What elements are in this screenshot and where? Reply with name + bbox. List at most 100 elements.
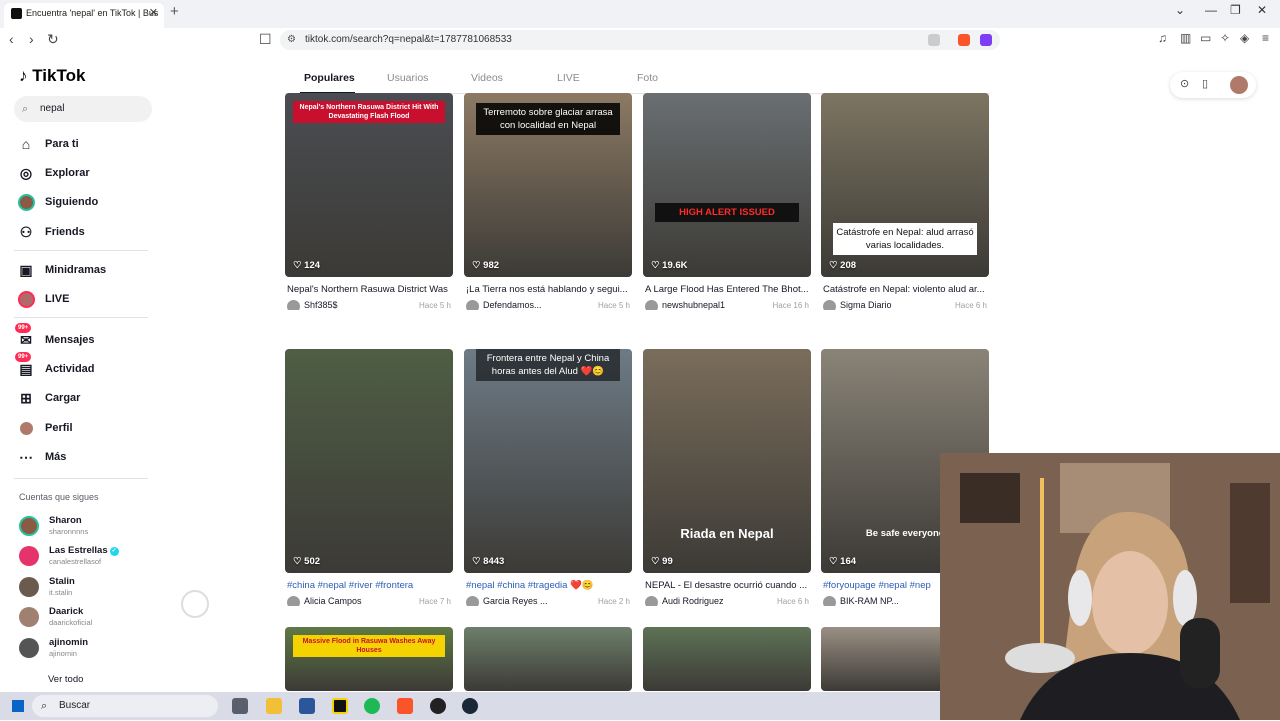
more-icon: ⋯ — [19, 449, 33, 465]
address-bar[interactable]: ⚙ tiktok.com/search?q=nepal&t=1787781068… — [280, 30, 1000, 50]
video-card[interactable]: Terremoto sobre glaciar arrasa con local… — [464, 93, 632, 310]
menu-icon[interactable]: ≡ — [1262, 31, 1269, 45]
sticky-app-icon[interactable] — [332, 698, 348, 714]
taskbar-search[interactable]: ⌕ Buscar — [32, 695, 218, 717]
video-card[interactable]: Riada en Nepal ♡ 99 NEPAL - El desastre oc… — [643, 349, 811, 606]
nav-explorar[interactable]: ◎ Explorar — [18, 162, 90, 184]
streamer-webcam-image — [940, 453, 1280, 720]
windows-start-icon[interactable] — [12, 700, 24, 712]
nav-friends[interactable]: ⚇ Friends — [18, 221, 85, 243]
music-icon[interactable]: ♫ — [1158, 31, 1167, 45]
nav-mas[interactable]: ⋯ Más — [18, 446, 66, 468]
video-title[interactable]: NEPAL - El desastre ocurrió cuando ... — [645, 580, 809, 591]
tab-videos[interactable]: Videos — [471, 72, 503, 84]
webcam-overlay — [940, 453, 1280, 720]
tiktok-logo[interactable]: ♪ TikTok — [19, 66, 85, 86]
brave-shield-icon[interactable] — [958, 34, 970, 46]
nav-para-ti[interactable]: ⌂ Para ti — [18, 133, 79, 155]
close-tab-icon[interactable]: ✕ — [149, 3, 158, 23]
video-author[interactable]: Shf385$ — [287, 300, 397, 310]
video-title[interactable]: #china #nepal #river #frontera — [287, 580, 451, 591]
wallet-icon[interactable]: ▭ — [1200, 31, 1211, 45]
video-thumbnail[interactable]: Terremoto sobre glaciar arrasa con local… — [464, 93, 632, 277]
nav-siguiendo[interactable]: Siguiendo — [18, 191, 98, 213]
minimize-icon[interactable]: — — [1205, 3, 1217, 17]
app-icon[interactable] — [299, 698, 315, 714]
dropdown-icon[interactable]: ⌄ — [1175, 3, 1185, 17]
video-thumbnail[interactable]: HIGH ALERT ISSUED ♡ 19.6K — [643, 93, 811, 277]
video-thumbnail[interactable]: Frontera entre Nepal y China horas antes… — [464, 349, 632, 573]
bookmark-icon[interactable]: ☐ — [259, 31, 272, 48]
video-author[interactable]: Garcia Reyes ... — [466, 596, 576, 606]
video-author[interactable]: Sigma Diario — [823, 300, 933, 310]
following-name: Stalin — [49, 576, 75, 587]
video-thumbnail[interactable] — [643, 627, 811, 691]
reload-icon[interactable]: ↻ — [47, 31, 59, 48]
video-thumbnail[interactable]: Riada en Nepal ♡ 99 — [643, 349, 811, 573]
nav-cargar[interactable]: ⊞ Cargar — [18, 387, 80, 409]
video-title[interactable]: #nepal #china #tragedia ❤️😊 — [466, 580, 630, 591]
nav-live[interactable]: LIVE — [18, 288, 69, 310]
ai-icon[interactable]: ✧ — [1220, 31, 1230, 45]
video-thumbnail[interactable]: ♡ 502 — [285, 349, 453, 573]
following-handle: ajinomin — [49, 649, 77, 658]
spotify-icon[interactable] — [364, 698, 380, 714]
video-card[interactable]: Catástrofe en Nepal: alud arrasó varias … — [821, 93, 989, 310]
sidebar-toggle-icon[interactable]: ▥ — [1180, 31, 1191, 45]
avatar — [18, 194, 35, 211]
task-view-icon[interactable] — [232, 698, 248, 714]
browser-tab[interactable]: Encuentra 'nepal' en TikTok | Bus ✕ — [4, 3, 164, 28]
nav-actividad[interactable]: ▤ 99+ Actividad — [15, 352, 95, 380]
forward-icon[interactable]: › — [29, 31, 34, 47]
video-card[interactable]: ♡ 502 #china #nepal #river #frontera Alici… — [285, 349, 453, 606]
video-card[interactable]: HIGH ALERT ISSUED ♡ 19.6K A Large Flood Ha… — [643, 93, 811, 310]
video-time: Hace 5 h — [418, 301, 451, 310]
nav-label: Más — [45, 451, 67, 463]
brave-icon[interactable] — [397, 698, 413, 714]
tab-usuarios[interactable]: Usuarios — [387, 72, 428, 84]
video-title[interactable]: Catástrofe en Nepal: violento alud ar... — [823, 284, 987, 295]
video-thumbnail[interactable] — [464, 627, 632, 691]
video-author[interactable]: Audi Rodriguez — [645, 596, 755, 606]
translate-icon[interactable] — [928, 34, 940, 46]
video-title[interactable]: Nepal's Northern Rasuwa District Was — [287, 284, 451, 295]
close-window-icon[interactable]: ✕ — [1257, 3, 1267, 17]
video-time: Hace 6 h — [954, 301, 987, 310]
nav-minidramas[interactable]: ▣ Minidramas — [18, 259, 106, 281]
coins-icon[interactable]: ⊙ — [1180, 77, 1189, 90]
see-all-link[interactable]: Ver todo — [48, 674, 83, 685]
video-author[interactable]: newshubnepal1 — [645, 300, 755, 310]
friends-icon: ⚇ — [19, 224, 33, 240]
tab-foto[interactable]: Foto — [637, 72, 658, 84]
video-author[interactable]: Defendamos... — [466, 300, 576, 310]
site-settings-icon[interactable]: ⚙ — [287, 30, 296, 50]
video-thumbnail[interactable]: Massive Flood in Rasuwa Washes Away Hous… — [285, 627, 453, 691]
file-explorer-icon[interactable] — [266, 698, 282, 714]
video-card[interactable]: Nepal's Northern Rasuwa District Hit Wit… — [285, 93, 453, 310]
video-title[interactable]: ¡La Tierra nos está hablando y segui... — [466, 284, 630, 295]
video-card[interactable]: Frontera entre Nepal y China horas antes… — [464, 349, 632, 606]
video-thumbnail[interactable]: Catástrofe en Nepal: alud arrasó varias … — [821, 93, 989, 277]
video-likes: ♡ 19.6K — [651, 260, 688, 271]
avatar[interactable] — [1230, 76, 1248, 94]
nav-perfil[interactable]: Perfil — [18, 417, 73, 439]
video-title[interactable]: A Large Flood Has Entered The Bhot... — [645, 284, 809, 295]
video-author[interactable]: Alicia Campos — [287, 596, 397, 606]
phone-icon[interactable]: ▯ — [1202, 77, 1208, 90]
new-tab-icon[interactable]: + — [170, 3, 179, 20]
steam-icon[interactable] — [462, 698, 478, 714]
nav-mensajes[interactable]: ✉ 99+ Mensajes — [15, 323, 95, 351]
restore-icon[interactable]: ❐ — [1230, 3, 1241, 17]
video-author[interactable]: BIK-RAM NP... — [823, 596, 933, 606]
following-handle: daarickoficial — [49, 618, 93, 627]
tab-live[interactable]: LIVE — [557, 72, 580, 84]
avatar — [823, 300, 836, 310]
obs-icon[interactable] — [430, 698, 446, 714]
vpn-icon[interactable]: ◈ — [1240, 31, 1249, 45]
tab-populares[interactable]: Populares — [304, 72, 355, 84]
search-input[interactable]: ⌕ nepal — [14, 96, 152, 122]
logo-text: TikTok — [32, 66, 86, 85]
video-thumbnail[interactable]: Nepal's Northern Rasuwa District Hit Wit… — [285, 93, 453, 277]
brave-rewards-icon[interactable] — [980, 34, 992, 46]
back-icon[interactable]: ‹ — [9, 31, 14, 47]
